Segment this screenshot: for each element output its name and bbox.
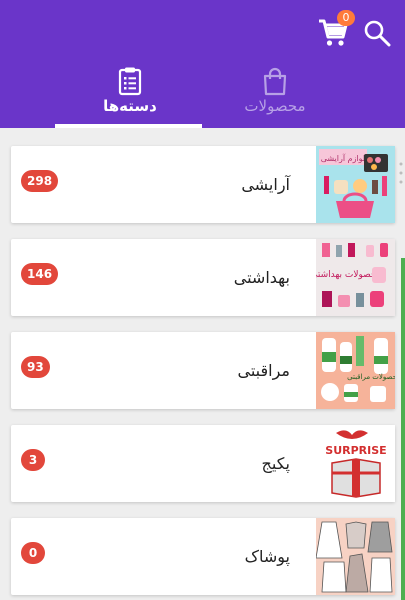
category-name: پکیج [261, 454, 290, 473]
list-item[interactable]: 3 پکیج SURPRISE [11, 425, 395, 502]
skincare-thumbnail: محصولات مراقبتی [316, 332, 395, 409]
side-drawer-handle-icon[interactable] [398, 160, 404, 186]
item-count-badge: 298 [21, 170, 59, 192]
list-item[interactable]: 93 مراقبتی محصولات مراقبتی [11, 332, 395, 409]
clipboard-list-icon [115, 66, 145, 96]
tab-label: دسته‌ها [103, 97, 157, 115]
app-header: 0 دسته‌ها محصولات [0, 0, 405, 128]
thumb-caption: لوازم آرایشی [321, 153, 366, 163]
clothing-thumbnail [316, 518, 395, 595]
cosmetics-thumbnail: لوازم آرایشی [316, 146, 395, 223]
hygiene-thumbnail: محصولات بهداشتی [316, 239, 395, 316]
category-name: آرایشی [241, 175, 290, 194]
list-item[interactable]: 298 آرایشی لوازم آرایشی [11, 146, 395, 223]
thumb-caption: محصولات مراقبتی [347, 373, 395, 381]
item-count-badge: 0 [21, 542, 45, 564]
thumb-caption: SURPRISE [325, 444, 386, 457]
cart-count-badge: 0 [337, 10, 355, 26]
category-name: بهداشتی [233, 268, 290, 287]
search-icon[interactable] [362, 18, 392, 48]
thumb-caption: محصولات بهداشتی [316, 270, 382, 280]
list-item[interactable]: 0 پوشاک [11, 518, 395, 595]
category-list: 298 آرایشی لوازم آرایشی 146 بهداشتی محصو… [0, 128, 405, 600]
surprise-box-thumbnail: SURPRISE [316, 425, 395, 502]
item-count-badge: 146 [21, 263, 59, 285]
shopping-bag-icon [260, 66, 290, 96]
tab-products[interactable]: محصولات [200, 60, 350, 128]
list-item[interactable]: 146 بهداشتی محصولات بهداشتی [11, 239, 395, 316]
item-count-badge: 93 [21, 356, 50, 378]
tab-label: محصولات [244, 97, 306, 115]
tab-categories[interactable]: دسته‌ها [55, 60, 205, 128]
category-name: پوشاک [244, 547, 290, 566]
item-count-badge: 3 [21, 449, 45, 471]
scrollbar[interactable] [401, 258, 405, 600]
category-name: مراقبتی [237, 361, 290, 380]
